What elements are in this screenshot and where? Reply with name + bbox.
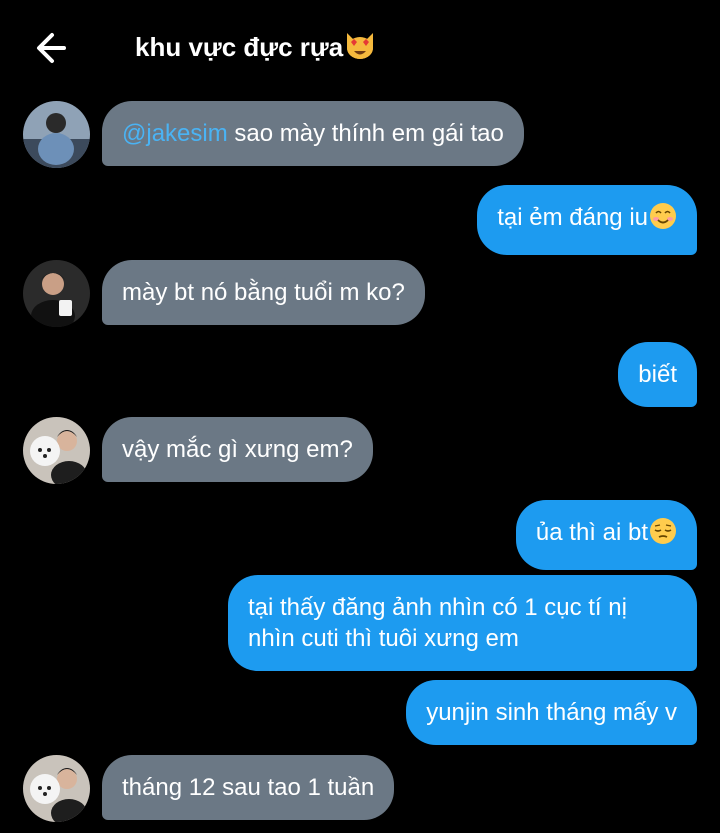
message-text: ủa thì ai bt bbox=[535, 519, 648, 546]
message-incoming[interactable]: vậy mắc gì xưng em? bbox=[102, 417, 373, 482]
message-text: vậy mắc gì xưng em? bbox=[122, 436, 353, 463]
message-text: tại thấy đăng ảnh nhìn có 1 cục tí nị nh… bbox=[248, 594, 627, 652]
pensive-face-emoji bbox=[649, 517, 677, 553]
avatar-man-blue-hoodie[interactable] bbox=[23, 101, 90, 168]
message-text: mày bt nó bằng tuổi m ko? bbox=[122, 279, 405, 306]
message-outgoing[interactable]: tại thấy đăng ảnh nhìn có 1 cục tí nị nh… bbox=[228, 575, 697, 671]
avatar-man-with-white-dog[interactable] bbox=[23, 417, 90, 484]
avatar-man-with-white-dog[interactable] bbox=[23, 755, 90, 822]
back-arrow-icon[interactable] bbox=[30, 28, 74, 68]
conversation-title[interactable]: khu vực đực rựa bbox=[135, 30, 376, 67]
message-outgoing[interactable]: yunjin sinh tháng mấy v bbox=[406, 680, 697, 745]
message-text: yunjin sinh tháng mấy v bbox=[426, 699, 677, 726]
mention-link[interactable]: @jakesim bbox=[122, 120, 228, 147]
message-text: tháng 12 sau tao 1 tuần bbox=[122, 774, 375, 801]
smiling-face-emoji bbox=[649, 202, 677, 238]
smiling-cat-heart-eyes-emoji bbox=[344, 30, 376, 67]
message-incoming[interactable]: @jakesim sao mày thính em gái tao bbox=[102, 101, 524, 166]
avatar-man-holding-cup[interactable] bbox=[23, 260, 90, 327]
message-incoming[interactable]: mày bt nó bằng tuổi m ko? bbox=[102, 260, 425, 325]
message-outgoing[interactable]: ủa thì ai bt bbox=[515, 500, 697, 570]
message-outgoing[interactable]: tại ẻm đáng iu bbox=[477, 185, 697, 255]
message-text: sao mày thính em gái tao bbox=[227, 120, 504, 147]
group-name: khu vực đực rựa bbox=[135, 32, 344, 62]
message-incoming[interactable]: tháng 12 sau tao 1 tuần bbox=[102, 755, 395, 820]
message-text: tại ẻm đáng iu bbox=[497, 204, 648, 231]
message-text: biết bbox=[638, 361, 677, 388]
conversation-header: khu vực đực rựa bbox=[0, 0, 720, 92]
message-outgoing[interactable]: biết bbox=[618, 342, 697, 407]
